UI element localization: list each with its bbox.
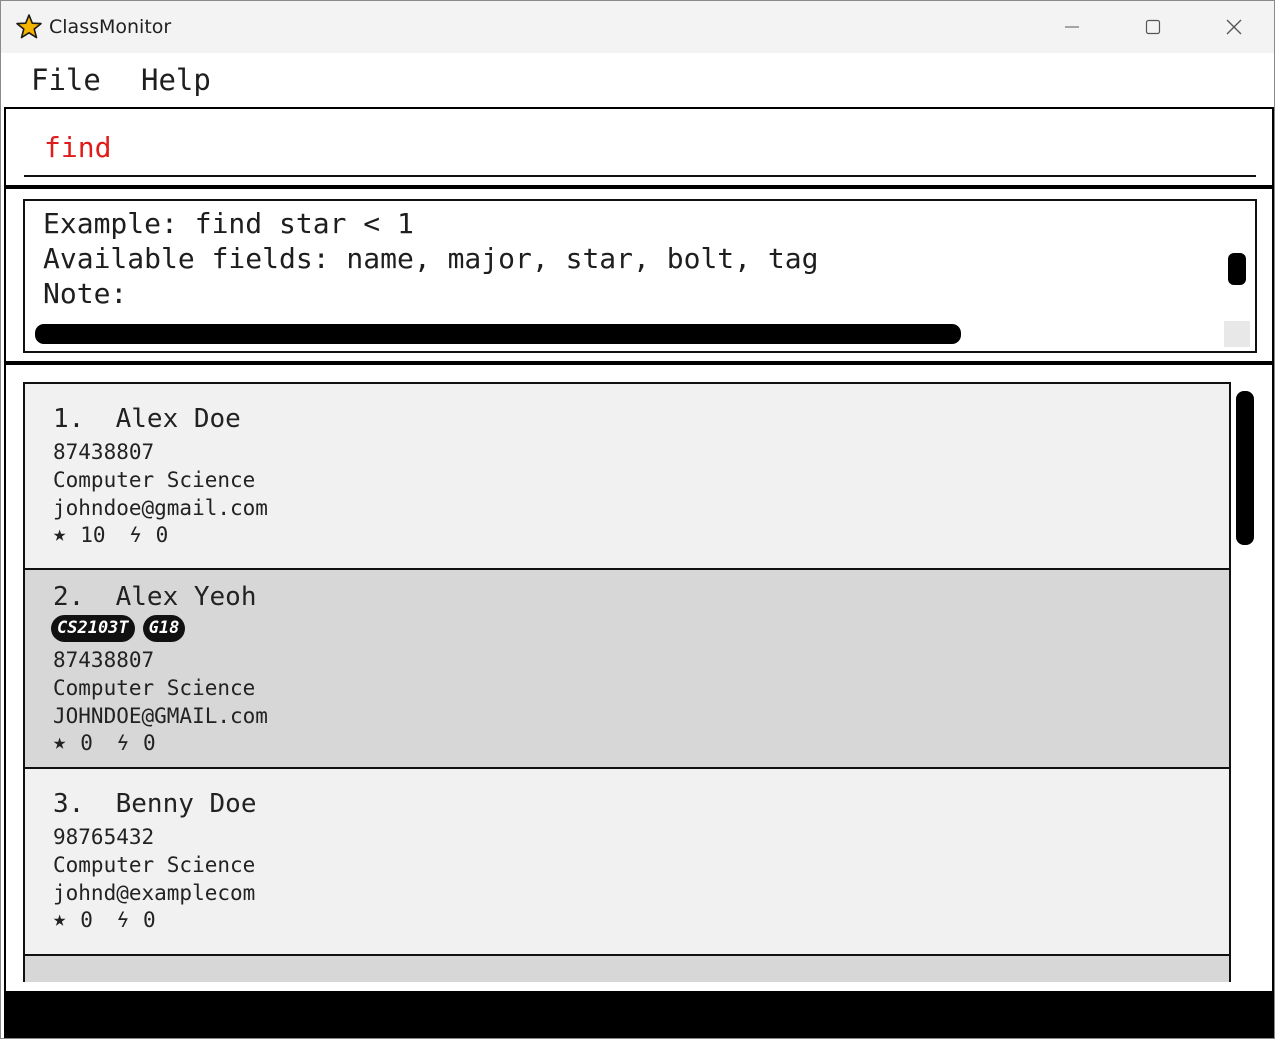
star-icon: ★	[53, 522, 67, 547]
star-icon: ★	[53, 730, 67, 755]
command-box: find	[4, 107, 1274, 187]
title-bar[interactable]: ClassMonitor	[1, 1, 1274, 53]
result-vertical-scrollbar[interactable]	[1228, 253, 1246, 285]
person-card[interactable]: 2. Alex Yeoh CS2103T G18 87438807 Comput…	[23, 568, 1231, 769]
result-display[interactable]: Example: find star < 1 Available fields:…	[23, 199, 1257, 353]
person-list-scrollbar[interactable]	[1236, 391, 1254, 545]
person-stats: ★ 10 ϟ 0	[53, 522, 168, 547]
scrollbar-corner	[1224, 321, 1250, 347]
maximize-button[interactable]	[1113, 1, 1193, 53]
person-email: johndoe@gmail.com	[53, 496, 268, 520]
result-line: Example: find star < 1	[43, 207, 414, 240]
star-count: 0	[80, 730, 93, 755]
maximize-icon	[1145, 19, 1161, 35]
tag-list: CS2103T G18	[51, 615, 193, 642]
person-stats: ★ 0 ϟ 0	[53, 730, 156, 755]
bolt-icon: ϟ	[129, 522, 142, 547]
status-bar	[4, 991, 1274, 1038]
person-major: Computer Science	[53, 853, 256, 877]
result-line: Note:	[43, 277, 128, 310]
menu-file[interactable]: File	[31, 63, 101, 97]
bolt-icon: ϟ	[116, 907, 129, 932]
result-line: Available fields: name, major, star, bol…	[43, 242, 819, 275]
result-horizontal-scrollbar[interactable]	[35, 324, 961, 344]
menu-help[interactable]: Help	[141, 63, 211, 97]
person-phone: 87438807	[53, 648, 155, 672]
close-button[interactable]	[1194, 1, 1274, 53]
person-card[interactable]: 1. Alex Doe 87438807 Computer Science jo…	[23, 382, 1231, 570]
star-icon: ★	[53, 907, 67, 932]
person-major: Computer Science	[53, 468, 256, 492]
minimize-button[interactable]	[1032, 1, 1112, 53]
window-title: ClassMonitor	[49, 16, 172, 38]
person-email: johnd@examplecom	[53, 881, 256, 905]
star-icon	[15, 13, 43, 41]
star-count: 10	[80, 522, 106, 547]
person-email: JOHNDOE@GMAIL.com	[53, 704, 268, 728]
person-name: 3. Benny Doe	[53, 789, 257, 819]
bolt-count: 0	[142, 730, 156, 755]
person-list[interactable]: 1. Alex Doe 87438807 Computer Science jo…	[23, 382, 1231, 982]
person-list-panel: 1. Alex Doe 87438807 Computer Science jo…	[4, 363, 1274, 991]
menu-bar: File Help	[1, 53, 1274, 107]
tag-badge: CS2103T	[51, 615, 135, 642]
person-name: 1. Alex Doe	[53, 404, 241, 434]
minimize-icon	[1065, 26, 1079, 28]
bolt-count: 0	[155, 522, 169, 547]
command-input[interactable]: find	[44, 131, 111, 164]
star-count: 0	[80, 907, 93, 932]
person-card[interactable]	[23, 954, 1231, 982]
person-name: 2. Alex Yeoh	[53, 582, 257, 612]
result-display-panel: Example: find star < 1 Available fields:…	[4, 187, 1274, 363]
tag-badge: G18	[142, 615, 186, 642]
person-stats: ★ 0 ϟ 0	[53, 907, 156, 932]
bolt-count: 0	[142, 907, 156, 932]
person-phone: 87438807	[53, 440, 155, 464]
app-window: ClassMonitor File Help find Example: fin…	[0, 0, 1275, 1039]
person-major: Computer Science	[53, 676, 256, 700]
bolt-icon: ϟ	[116, 730, 129, 755]
person-card[interactable]: 3. Benny Doe 98765432 Computer Science j…	[23, 767, 1231, 956]
person-phone: 98765432	[53, 825, 155, 849]
command-input-underline	[24, 175, 1256, 177]
close-icon	[1226, 19, 1242, 35]
